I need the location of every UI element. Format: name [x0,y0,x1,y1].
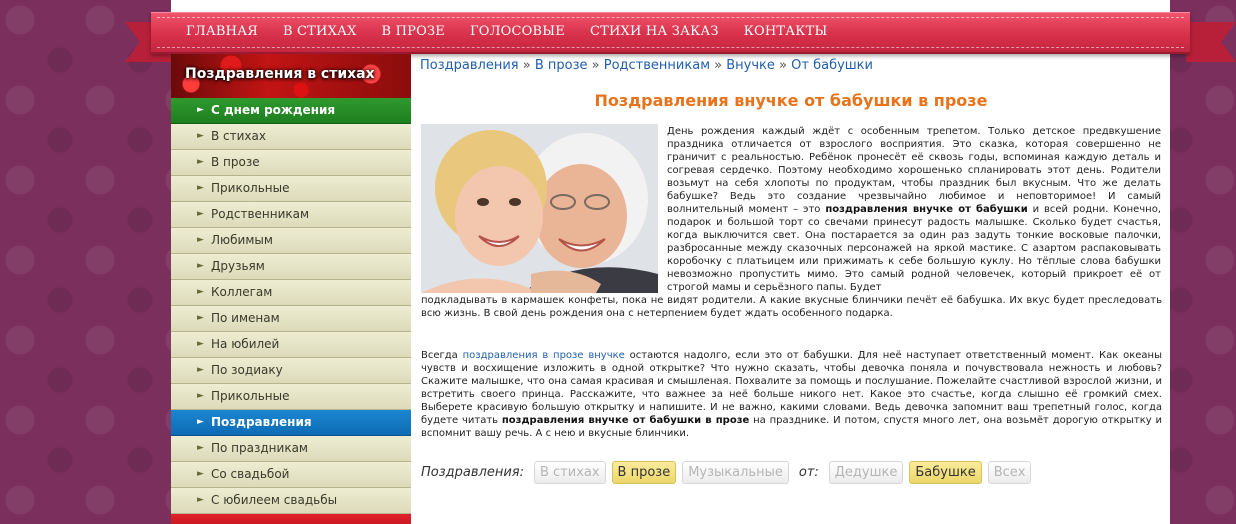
breadcrumb: Поздравления » В прозе » Родственникам »… [420,58,1162,73]
main-nav: ГЛАВНАЯ В СТИХАХ В ПРОЗЕ ГОЛОСОВЫЕ СТИХИ… [186,24,852,39]
bullet-icon: ► [197,157,204,167]
sidebar-item-label: По зодиаку [211,363,283,377]
intro-text-b: и всей родни. Конечно, подарок и большой… [667,204,1162,293]
intro-text-a: День рождения каждый ждёт с особенным тр… [667,126,1161,215]
breadcrumb-prose[interactable]: В прозе [535,58,588,73]
sidebar-item-label: По именам [211,311,280,325]
breadcrumb-separator: » [714,58,723,73]
nav-item-contacts[interactable]: КОНТАКТЫ [744,24,828,39]
sidebar: Поздравления в стихах ► С днем рождения ►… [171,54,411,524]
sidebar-item-label: Коллегам [211,285,273,299]
sidebar-item-label: Любимым [211,233,273,247]
sidebar-item-holidays[interactable]: ► По праздникам [171,436,411,462]
sidebar-item-congratulations[interactable]: ► Поздравления [171,410,411,436]
nav-item-voice[interactable]: ГОЛОСОВЫЕ [470,24,565,39]
bullet-icon: ► [197,469,204,479]
breadcrumb-separator: » [591,58,600,73]
prose-congratulations-link[interactable]: поздравления в прозе внучке [463,350,625,361]
sidebar-item-label: С юбилеем свадьбы [211,493,338,507]
bullet-icon: ► [197,495,204,505]
intro-text-c: подкладывать в кармашек конфеты, пока не… [421,295,1162,319]
sidebar-item-poems[interactable]: ► В стихах [171,124,411,150]
bullet-icon: ► [197,417,204,427]
nav-item-prose[interactable]: В ПРОЗЕ [382,24,445,39]
breadcrumb-separator: » [522,58,531,73]
sidebar-item-anniversary[interactable]: ► На юбилей [171,332,411,358]
sidebar-item-wedding-anniversary[interactable]: ► С юбилеем свадьбы [171,488,411,514]
sidebar-item-label: В стихах [211,129,266,143]
sidebar-item-funny[interactable]: ► Прикольные [171,176,411,202]
sidebar-item-label: Прикольные [211,181,290,195]
sidebar-section-next[interactable] [171,514,411,524]
sidebar-item-label: Со свадьбой [211,467,290,481]
filter-label-from: от: [798,464,819,480]
bullet-icon: ► [197,131,204,141]
sidebar-item-funny-2[interactable]: ► Прикольные [171,384,411,410]
second-bold-phrase: поздравления внучке от бабушки в прозе [501,415,750,426]
filter-chip-all[interactable]: Всех [987,460,1032,484]
sidebar-item-colleagues[interactable]: ► Коллегам [171,280,411,306]
filter-bar: Поздравления: В стихах В прозе Музыкальн… [421,460,1037,484]
bullet-icon: ► [197,105,204,115]
bullet-icon: ► [197,391,204,401]
bullet-icon: ► [197,287,204,297]
filter-chip-musical[interactable]: Музыкальные [682,460,789,484]
nav-item-home[interactable]: ГЛАВНАЯ [186,24,258,39]
bullet-icon: ► [197,365,204,375]
bullet-icon: ► [197,313,204,323]
nav-item-poems[interactable]: В СТИХАХ [283,24,357,39]
sidebar-item-relatives[interactable]: ► Родственникам [171,202,411,228]
intro-bold-phrase: поздравления внучке от бабушки [825,204,1028,215]
filter-chip-grandfather[interactable]: Дедушке [828,460,904,484]
sidebar-header-title: Поздравления в стихах [185,66,375,82]
filter-label-type: Поздравления: [421,464,524,480]
sidebar-item-label: В прозе [211,155,260,169]
sidebar-item-label: На юбилей [211,337,280,351]
page-title: Поздравления внучке от бабушки в прозе [594,91,988,110]
bullet-icon: ► [197,261,204,271]
grandmother-granddaughter-photo [421,124,658,293]
nav-item-custom-poems[interactable]: СТИХИ НА ЗАКАЗ [590,24,719,39]
breadcrumb-granddaughter[interactable]: Внучке [726,58,775,73]
bullet-icon: ► [197,235,204,245]
sidebar-item-wedding[interactable]: ► Со свадьбой [171,462,411,488]
filter-chip-poems[interactable]: В стихах [533,460,606,484]
filter-chip-grandmother[interactable]: Бабушке [909,460,982,484]
sidebar-item-label: Родственникам [211,207,310,221]
sidebar-item-label: Прикольные [211,389,290,403]
bullet-icon: ► [197,209,204,219]
sidebar-item-zodiac[interactable]: ► По зодиаку [171,358,411,384]
filter-chip-prose[interactable]: В прозе [611,460,677,484]
second-text-lead: Всегда [421,350,458,361]
breadcrumb-from-grandmother[interactable]: От бабушки [791,58,873,73]
breadcrumb-separator: » [779,58,788,73]
intro-paragraph: День рождения каждый ждёт с особенным тр… [667,125,1161,294]
bullet-icon: ► [197,443,204,453]
sidebar-header-banner[interactable]: Поздравления в стихах [171,54,411,98]
sidebar-item-label: Друзьям [211,259,265,273]
sidebar-item-birthday[interactable]: ► С днем рождения [171,98,411,124]
sidebar-item-friends[interactable]: ► Друзьям [171,254,411,280]
breadcrumb-congratulations[interactable]: Поздравления [420,58,519,73]
photo-illustration [421,124,658,293]
bullet-icon: ► [197,339,204,349]
intro-paragraph-continued: подкладывать в кармашек конфеты, пока не… [421,294,1162,320]
sidebar-item-label: По праздникам [211,441,308,455]
main-content: Поздравления » В прозе » Родственникам »… [420,58,1162,110]
breadcrumb-relatives[interactable]: Родственникам [604,58,710,73]
ribbon-tail-right [1186,22,1236,62]
bullet-icon: ► [197,183,204,193]
sidebar-item-by-name[interactable]: ► По именам [171,306,411,332]
sidebar-item-loved-ones[interactable]: ► Любимым [171,228,411,254]
second-paragraph: Всегда поздравления в прозе внучке остаю… [421,349,1162,440]
sidebar-item-label: Поздравления [211,415,312,429]
sidebar-item-label: С днем рождения [211,103,336,117]
sidebar-item-prose[interactable]: ► В прозе [171,150,411,176]
